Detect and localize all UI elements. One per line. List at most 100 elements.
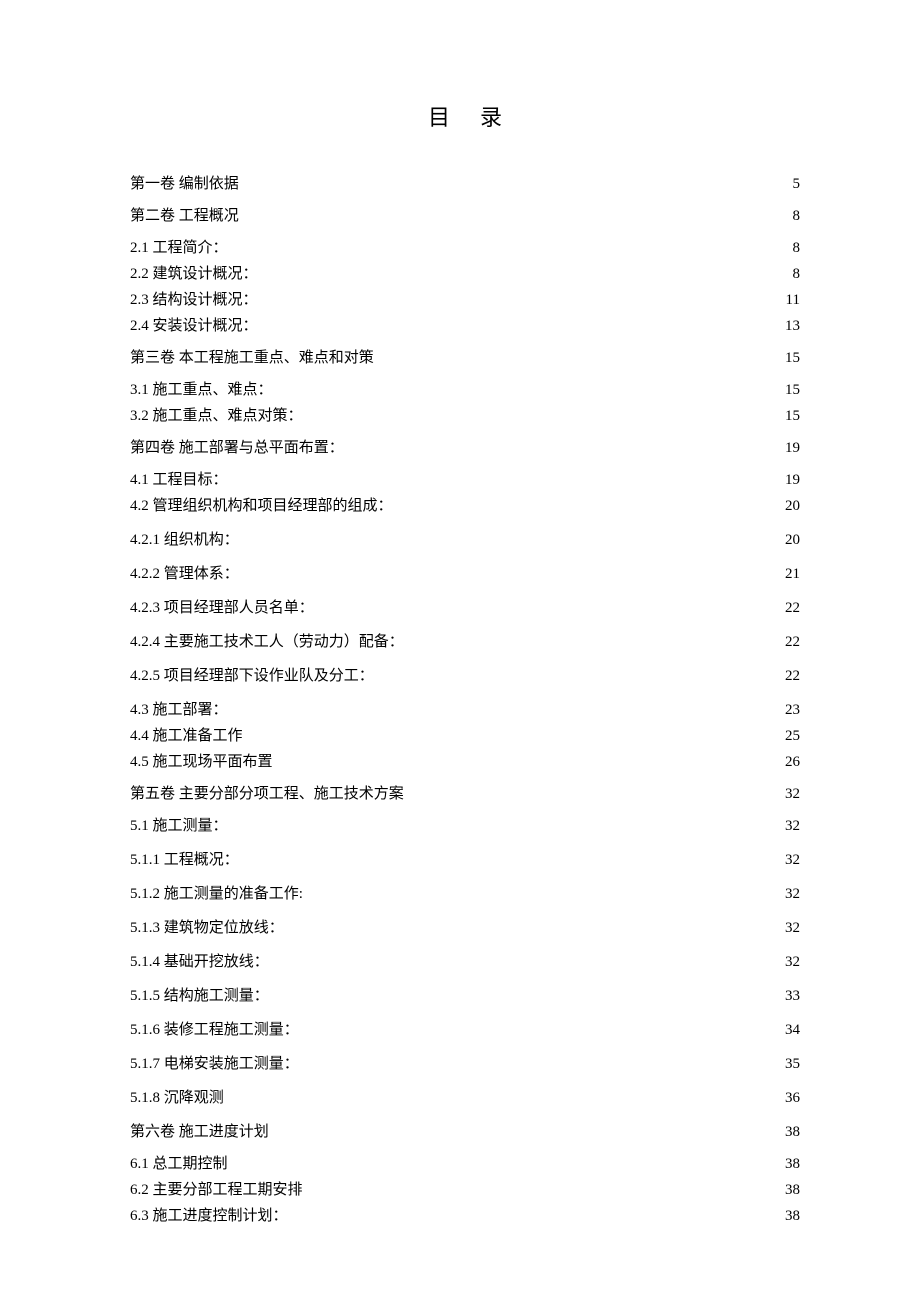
toc-entry-label: 6.2 主要分部工程工期安排 <box>130 1178 303 1202</box>
toc-entry-label: 2.4 安装设计概况： <box>130 314 258 338</box>
toc-entry-page: 32 <box>780 916 800 940</box>
toc-entry: 第二卷 工程概况 8 <box>130 204 800 228</box>
document-title: 目录 <box>130 100 800 132</box>
toc-entry: 5.1.8 沉降观测 36 <box>130 1086 800 1110</box>
toc-entry-label: 4.2.3 项目经理部人员名单： <box>130 596 314 620</box>
toc-entry-label: 5.1.8 沉降观测 <box>130 1086 224 1110</box>
toc-entry-page: 20 <box>780 494 800 518</box>
toc-entry-page: 19 <box>780 468 800 492</box>
toc-entry-label: 3.2 施工重点、难点对策： <box>130 404 303 428</box>
toc-entry-page: 20 <box>780 528 800 552</box>
toc-entry: 4.1 工程目标： 19 <box>130 468 800 492</box>
toc-entry-page: 35 <box>780 1052 800 1076</box>
toc-entry-label: 2.1 工程简介： <box>130 236 228 260</box>
toc-entry-page: 32 <box>780 782 800 806</box>
toc-entry: 5.1.1 工程概况： 32 <box>130 848 800 872</box>
toc-entry-label: 4.2.1 组织机构： <box>130 528 239 552</box>
toc-entry-page: 8 <box>780 204 800 228</box>
toc-entry-page: 22 <box>780 630 800 654</box>
toc-entry: 4.4 施工准备工作 25 <box>130 724 800 748</box>
toc-entry-page: 38 <box>780 1204 800 1228</box>
toc-entry-label: 5.1.5 结构施工测量： <box>130 984 269 1008</box>
toc-entry-label: 第三卷 本工程施工重点、难点和对策 <box>130 346 374 370</box>
toc-entry-page: 38 <box>780 1120 800 1144</box>
toc-entry: 4.2.5 项目经理部下设作业队及分工： 22 <box>130 664 800 688</box>
toc-entry-page: 13 <box>780 314 800 338</box>
toc-entry-label: 4.1 工程目标： <box>130 468 228 492</box>
toc-entry: 2.2 建筑设计概况： 8 <box>130 262 800 286</box>
toc-entry: 5.1.6 装修工程施工测量： 34 <box>130 1018 800 1042</box>
toc-entry: 第四卷 施工部署与总平面布置： 19 <box>130 436 800 460</box>
toc-entry: 4.2 管理组织机构和项目经理部的组成：20 <box>130 494 800 518</box>
toc-entry-page: 22 <box>780 664 800 688</box>
toc-entry: 第六卷 施工进度计划 38 <box>130 1120 800 1144</box>
toc-entry-label: 第一卷 编制依据 <box>130 172 239 196</box>
toc-entry-label: 4.2.2 管理体系： <box>130 562 239 586</box>
toc-entry-page: 22 <box>780 596 800 620</box>
toc-entry: 2.3 结构设计概况： 11 <box>130 288 800 312</box>
toc-entry: 第三卷 本工程施工重点、难点和对策 15 <box>130 346 800 370</box>
toc-entry-page: 36 <box>780 1086 800 1110</box>
table-of-contents: 第一卷 编制依据 5 第二卷 工程概况 8 2.1 工程简介： 8 2.2 建筑设计概况： 8… <box>130 172 800 1228</box>
toc-entry: 第一卷 编制依据 5 <box>130 172 800 196</box>
toc-entry: 4.3 施工部署： 23 <box>130 698 800 722</box>
toc-entry-page: 8 <box>780 262 800 286</box>
toc-entry-label: 4.4 施工准备工作 <box>130 724 243 748</box>
toc-entry-page: 15 <box>780 404 800 428</box>
toc-entry: 5.1.7 电梯安装施工测量： 35 <box>130 1052 800 1076</box>
toc-entry: 6.2 主要分部工程工期安排 38 <box>130 1178 800 1202</box>
toc-entry-page: 15 <box>780 346 800 370</box>
toc-entry-label: 第五卷 主要分部分项工程、施工技术方案 <box>130 782 404 806</box>
toc-entry-page: 38 <box>780 1178 800 1202</box>
toc-entry-label: 5.1.4 基础开挖放线： <box>130 950 269 974</box>
toc-entry-label: 5.1.2 施工测量的准备工作: <box>130 882 303 906</box>
toc-entry-label: 第四卷 施工部署与总平面布置： <box>130 436 344 460</box>
toc-entry: 5.1.5 结构施工测量： 33 <box>130 984 800 1008</box>
toc-entry-page: 25 <box>780 724 800 748</box>
toc-entry-label: 2.2 建筑设计概况： <box>130 262 258 286</box>
toc-entry-label: 5.1 施工测量： <box>130 814 228 838</box>
toc-entry-label: 4.2.5 项目经理部下设作业队及分工： <box>130 664 374 688</box>
toc-entry-page: 8 <box>780 236 800 260</box>
toc-entry: 3.1 施工重点、难点：15 <box>130 378 800 402</box>
toc-entry-label: 5.1.3 建筑物定位放线： <box>130 916 284 940</box>
toc-entry: 6.1 总工期控制38 <box>130 1152 800 1176</box>
toc-entry: 2.1 工程简介： 8 <box>130 236 800 260</box>
toc-entry: 3.2 施工重点、难点对策： 15 <box>130 404 800 428</box>
toc-entry-page: 33 <box>780 984 800 1008</box>
toc-entry-page: 21 <box>780 562 800 586</box>
toc-entry-page: 38 <box>780 1152 800 1176</box>
toc-entry-label: 5.1.6 装修工程施工测量： <box>130 1018 299 1042</box>
toc-entry-label: 5.1.1 工程概况： <box>130 848 239 872</box>
toc-entry: 4.2.4 主要施工技术工人（劳动力）配备： 22 <box>130 630 800 654</box>
toc-entry-label: 4.5 施工现场平面布置 <box>130 750 273 774</box>
toc-entry: 5.1.2 施工测量的准备工作: 32 <box>130 882 800 906</box>
toc-entry-label: 5.1.7 电梯安装施工测量： <box>130 1052 299 1076</box>
toc-entry: 4.5 施工现场平面布置 26 <box>130 750 800 774</box>
toc-entry-page: 32 <box>780 950 800 974</box>
toc-entry-page: 32 <box>780 882 800 906</box>
toc-entry-label: 2.3 结构设计概况： <box>130 288 258 312</box>
toc-entry: 4.2.2 管理体系： 21 <box>130 562 800 586</box>
toc-entry-page: 32 <box>780 848 800 872</box>
toc-entry: 第五卷 主要分部分项工程、施工技术方案 32 <box>130 782 800 806</box>
toc-entry-page: 11 <box>780 288 800 312</box>
toc-entry: 5.1.3 建筑物定位放线： 32 <box>130 916 800 940</box>
toc-entry-label: 3.1 施工重点、难点： <box>130 378 273 402</box>
toc-entry-page: 26 <box>780 750 800 774</box>
toc-entry: 5.1 施工测量： 32 <box>130 814 800 838</box>
toc-entry: 5.1.4 基础开挖放线： 32 <box>130 950 800 974</box>
toc-entry-label: 第二卷 工程概况 <box>130 204 239 228</box>
toc-entry: 2.4 安装设计概况： 13 <box>130 314 800 338</box>
toc-entry: 6.3 施工进度控制计划：38 <box>130 1204 800 1228</box>
toc-entry-label: 4.3 施工部署： <box>130 698 228 722</box>
toc-entry-page: 5 <box>780 172 800 196</box>
toc-entry-page: 23 <box>780 698 800 722</box>
toc-entry-page: 19 <box>780 436 800 460</box>
toc-entry-page: 32 <box>780 814 800 838</box>
toc-entry: 4.2.1 组织机构： 20 <box>130 528 800 552</box>
toc-entry-page: 34 <box>780 1018 800 1042</box>
toc-entry-label: 4.2.4 主要施工技术工人（劳动力）配备： <box>130 630 404 654</box>
toc-entry-label: 第六卷 施工进度计划 <box>130 1120 269 1144</box>
toc-entry: 4.2.3 项目经理部人员名单： 22 <box>130 596 800 620</box>
